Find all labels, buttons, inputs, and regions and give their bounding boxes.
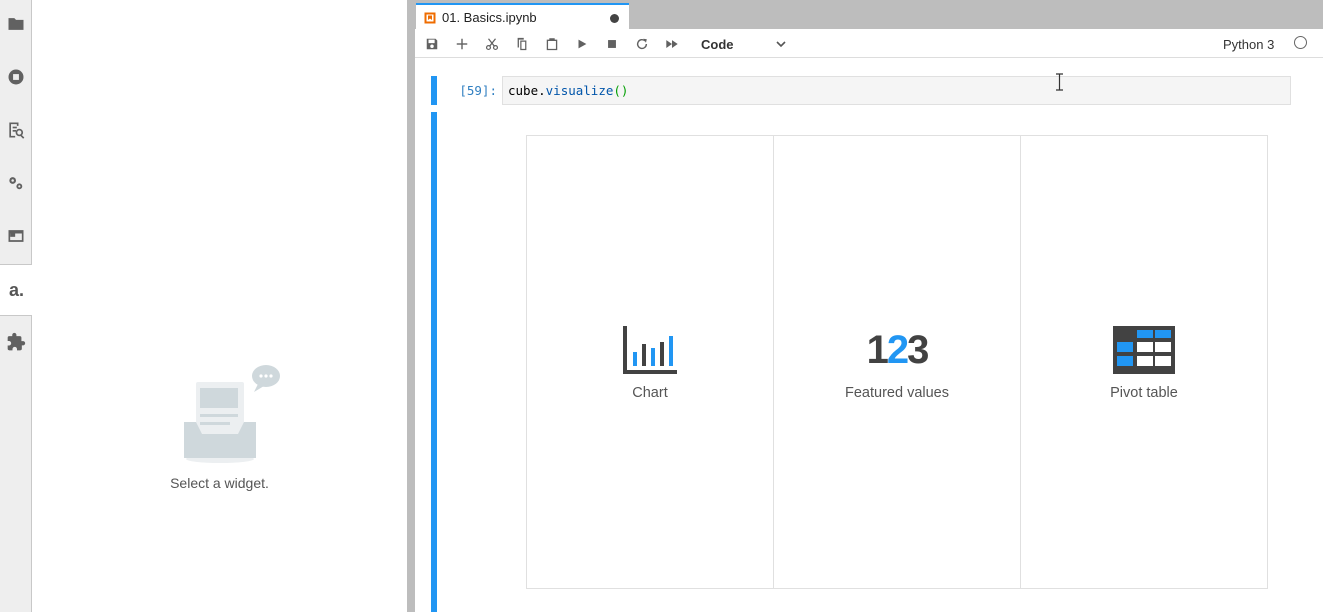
empty-state-message: Select a widget. [170, 475, 269, 491]
side-panel: Select a widget. [32, 0, 407, 612]
add-icon [456, 38, 468, 50]
run-button[interactable] [573, 35, 591, 53]
commands-icon [9, 122, 25, 139]
fast-forward-icon [666, 40, 678, 48]
insert-cell-button[interactable] [453, 35, 471, 53]
featured-values-option-label: Featured values [845, 385, 949, 401]
stop-icon [608, 40, 616, 48]
empty-inbox-illustration-icon [184, 365, 280, 463]
cell-collapser[interactable] [431, 76, 437, 105]
property-inspector-icon [9, 177, 23, 190]
tabs-tab[interactable] [0, 216, 32, 256]
pivot-table-icon [1113, 326, 1175, 374]
notebook-tab[interactable]: 01. Basics.ipynb [416, 3, 629, 30]
cell-type-dropdown[interactable]: Code [701, 34, 787, 54]
atoti-logo-icon: a. [8, 279, 24, 300]
save-button[interactable] [423, 35, 441, 53]
featured-values-glyph-3: 3 [907, 328, 929, 372]
pivot-table-widget-option[interactable]: Pivot table [1021, 136, 1267, 588]
notebook-tab-label: 01. Basics.ipynb [442, 10, 537, 25]
featured-values-icon: 123 [774, 328, 1020, 373]
play-icon [578, 39, 587, 49]
featured-values-glyph-2: 2 [886, 328, 909, 372]
activity-bar: a. [0, 0, 33, 612]
property-inspector-tab[interactable] [0, 163, 32, 203]
atoti-tab[interactable]: a. [0, 264, 33, 316]
code-editor[interactable]: cube.visualize() [502, 76, 1291, 105]
code-token-function: visualize [545, 83, 614, 98]
text-cursor-icon [1056, 73, 1063, 91]
chart-option-label: Chart [632, 385, 668, 401]
running-sessions-tab[interactable] [0, 57, 32, 97]
running-icon [8, 69, 24, 85]
tab-bar: 01. Basics.ipynb [415, 0, 1323, 30]
save-icon [426, 38, 438, 50]
input-prompt: [59]: [459, 83, 497, 98]
refresh-icon [636, 38, 648, 50]
featured-values-glyph-1: 1 [866, 328, 889, 372]
code-token-parens: () [613, 83, 629, 98]
widget-type-picker: Chart 123 Featured values Pivot table [526, 135, 1268, 589]
pivot-table-option-label: Pivot table [1110, 385, 1178, 401]
output-collapser[interactable] [431, 112, 437, 612]
chevron-down-icon [776, 41, 786, 48]
chart-icon [623, 326, 677, 374]
restart-button[interactable] [633, 35, 651, 53]
notebook-area: 01. Basics.ipynb Code Python 3 [59]: cub… [415, 0, 1323, 612]
code-token-object: cube [508, 83, 539, 98]
interrupt-button[interactable] [603, 35, 621, 53]
notebook-toolbar: Code Python 3 [415, 29, 1323, 58]
chart-widget-option[interactable]: Chart [527, 136, 774, 588]
featured-values-widget-option[interactable]: 123 Featured values [774, 136, 1021, 588]
cut-icon [485, 38, 499, 51]
file-browser-tab[interactable] [0, 4, 32, 44]
restart-run-all-button[interactable] [663, 35, 681, 53]
commands-tab[interactable] [0, 110, 32, 150]
paste-button[interactable] [543, 35, 561, 53]
unsaved-indicator-icon[interactable] [610, 14, 619, 23]
code-token-dot: . [538, 83, 546, 98]
cell-type-value: Code [701, 36, 734, 52]
kernel-name[interactable]: Python 3 [1223, 37, 1274, 52]
kernel-idle-status-icon [1294, 36, 1307, 49]
extensions-icon [7, 332, 26, 351]
extensions-tab[interactable] [0, 322, 32, 362]
cut-button[interactable] [483, 35, 501, 53]
copy-icon [517, 37, 527, 51]
copy-button[interactable] [513, 35, 531, 53]
panel-splitter[interactable] [407, 0, 415, 612]
folder-icon [8, 18, 24, 30]
tabs-icon [8, 230, 24, 242]
notebook-icon [424, 12, 436, 23]
paste-icon [546, 38, 558, 51]
